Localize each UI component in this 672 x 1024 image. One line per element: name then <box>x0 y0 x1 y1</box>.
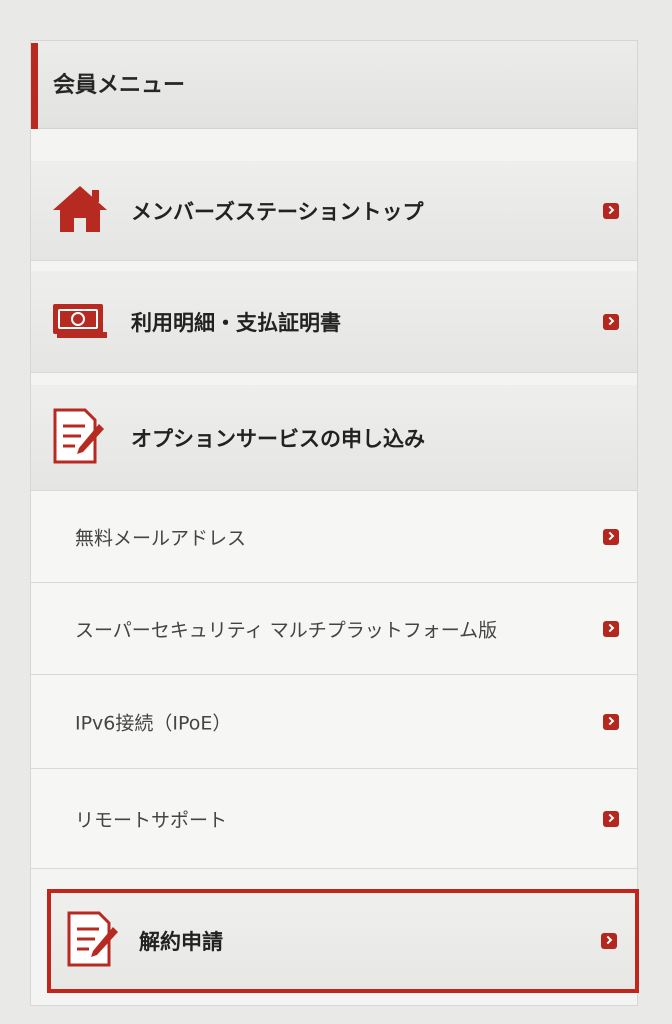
menu-item-cancellation-request[interactable]: 解約申請 <box>47 889 639 993</box>
chevron-right-icon <box>601 933 617 949</box>
menu-item-super-security[interactable]: スーパーセキュリティ マルチプラットフォーム版 <box>31 583 637 675</box>
cash-icon <box>51 300 109 344</box>
chevron-right-icon <box>603 713 619 730</box>
document-edit-icon <box>51 406 105 470</box>
chevron-right-icon <box>603 528 619 545</box>
menu-item-ipv6[interactable]: IPv6接続（IPoE） <box>31 675 637 769</box>
menu-item-label: オプションサービスの申し込み <box>131 426 425 451</box>
member-menu-panel: 会員メニュー メンバーズステーショントップ 利用明細・支払証明書 オプションサー… <box>30 40 639 1006</box>
menu-title: 会員メニュー <box>53 73 186 98</box>
menu-item-billing[interactable]: 利用明細・支払証明書 <box>31 271 637 373</box>
chevron-right-icon <box>603 202 619 219</box>
menu-item-members-top[interactable]: メンバーズステーショントップ <box>31 161 637 261</box>
menu-item-remote-support[interactable]: リモートサポート <box>31 769 637 869</box>
menu-item-label: 無料メールアドレス <box>75 527 247 549</box>
menu-item-label: 解約申請 <box>139 930 223 954</box>
chevron-right-icon <box>603 313 619 330</box>
menu-item-label: スーパーセキュリティ マルチプラットフォーム版 <box>75 619 498 641</box>
menu-item-option-services[interactable]: オプションサービスの申し込み <box>31 385 637 491</box>
chevron-right-icon <box>603 620 619 637</box>
menu-item-label: 利用明細・支払証明書 <box>131 310 341 335</box>
document-edit-icon <box>65 909 119 973</box>
header-accent-bar <box>31 43 38 129</box>
menu-item-label: メンバーズステーショントップ <box>131 199 424 224</box>
menu-item-label: IPv6接続（IPoE） <box>75 712 232 734</box>
menu-header: 会員メニュー <box>31 41 637 129</box>
menu-item-free-email[interactable]: 無料メールアドレス <box>31 491 637 583</box>
menu-item-label: リモートサポート <box>75 809 228 831</box>
chevron-right-icon <box>603 810 619 827</box>
home-icon <box>51 184 109 238</box>
